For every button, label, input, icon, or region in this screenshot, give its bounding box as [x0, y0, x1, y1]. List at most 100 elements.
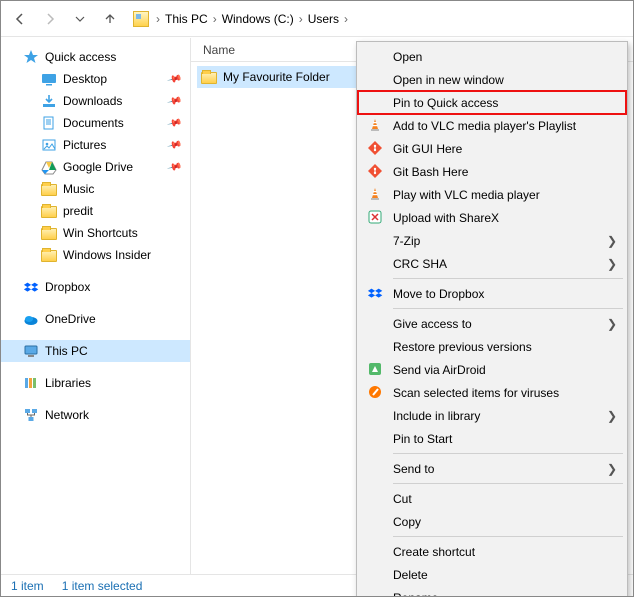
sidebar-item-label: OneDrive [45, 312, 96, 326]
chevron-right-icon: ❯ [607, 462, 617, 476]
context-menu-item-pin-to-start[interactable]: Pin to Start [359, 427, 625, 450]
status-item-count: 1 item [11, 579, 44, 593]
vlc-icon [367, 186, 383, 202]
navigation-pane: Quick access Desktop📌Downloads📌Documents… [1, 38, 191, 574]
onedrive-icon [23, 311, 39, 327]
sidebar-item-pictures[interactable]: Pictures 📌 [1, 134, 190, 156]
context-menu-item-label: Include in library [393, 409, 480, 423]
context-menu-item-label: Pin to Quick access [393, 96, 498, 110]
context-menu-item-scan-selected-items-for-viruses[interactable]: Scan selected items for viruses [359, 381, 625, 404]
sidebar-item-predit[interactable]: predit [1, 200, 190, 222]
address-bar[interactable]: › This PC › Windows (C:) › Users › [133, 10, 349, 28]
breadcrumb-segment[interactable]: Users [306, 10, 341, 28]
sidebar-item-dropbox[interactable]: Dropbox [1, 276, 190, 298]
sidebar-item-label: Documents [63, 116, 124, 130]
sidebar-item-network[interactable]: Network [1, 404, 190, 426]
context-menu-item-give-access-to[interactable]: Give access to ❯ [359, 312, 625, 335]
sharex-icon [367, 209, 383, 225]
recent-locations-button[interactable] [67, 6, 93, 32]
chevron-right-icon[interactable]: › [155, 12, 161, 26]
pin-icon: 📌 [166, 137, 182, 153]
context-menu-item-7-zip[interactable]: 7-Zip❯ [359, 229, 625, 252]
back-button[interactable] [7, 6, 33, 32]
context-menu-item-play-with-vlc-media-player[interactable]: Play with VLC media player [359, 183, 625, 206]
gdrive-icon [41, 159, 57, 175]
context-menu-item-send-via-airdroid[interactable]: Send via AirDroid [359, 358, 625, 381]
network-icon [23, 407, 39, 423]
folder-icon [41, 181, 57, 197]
context-menu-item-cut[interactable]: Cut [359, 487, 625, 510]
sidebar-item-google-drive[interactable]: Google Drive📌 [1, 156, 190, 178]
context-menu-item-rename[interactable]: Rename [359, 586, 625, 597]
pin-icon: 📌 [166, 115, 182, 131]
chevron-right-icon: ❯ [607, 317, 617, 331]
context-menu-item-label: Git GUI Here [393, 142, 462, 156]
sidebar-item-quick-access[interactable]: Quick access [1, 46, 190, 68]
context-menu-item-create-shortcut[interactable]: Create shortcut [359, 540, 625, 563]
sidebar-item-label: Pictures [63, 138, 106, 152]
context-menu-item-pin-to-quick-access[interactable]: Pin to Quick access [359, 91, 625, 114]
sidebar-item-music[interactable]: Music [1, 178, 190, 200]
sidebar-item-label: Libraries [45, 376, 91, 390]
sidebar-item-this-pc[interactable]: This PC [1, 340, 190, 362]
sidebar-item-libraries[interactable]: Libraries [1, 372, 190, 394]
context-menu-item-delete[interactable]: Delete [359, 563, 625, 586]
forward-button[interactable] [37, 6, 63, 32]
documents-icon [41, 115, 57, 131]
context-menu-item-open[interactable]: Open [359, 45, 625, 68]
context-menu-item-move-to-dropbox[interactable]: Move to Dropbox [359, 282, 625, 305]
context-menu-item-label: Play with VLC media player [393, 188, 540, 202]
context-menu: Open Open in new window Pin to Quick acces… [356, 41, 628, 597]
sidebar-item-label: predit [63, 204, 93, 218]
git-icon [367, 163, 383, 179]
context-menu-item-upload-with-sharex[interactable]: Upload with ShareX [359, 206, 625, 229]
location-icon [133, 11, 149, 27]
dropbox-icon [23, 279, 39, 295]
context-menu-item-label: 7-Zip [393, 234, 420, 248]
sidebar-item-label: Downloads [63, 94, 122, 108]
dropbox-icon [367, 285, 383, 301]
context-menu-item-label: Cut [393, 492, 412, 506]
breadcrumb-segment[interactable]: Windows (C:) [220, 10, 296, 28]
sidebar-item-onedrive[interactable]: OneDrive [1, 308, 190, 330]
star-icon [23, 49, 39, 65]
context-menu-item-label: CRC SHA [393, 257, 447, 271]
chevron-right-icon[interactable]: › [343, 12, 349, 26]
context-menu-item-crc-sha[interactable]: CRC SHA ❯ [359, 252, 625, 275]
downloads-icon [41, 93, 57, 109]
thispc-icon [23, 343, 39, 359]
context-menu-item-git-gui-here[interactable]: Git GUI Here [359, 137, 625, 160]
context-menu-item-label: Add to VLC media player's Playlist [393, 119, 576, 133]
context-menu-item-include-in-library[interactable]: Include in library❯ [359, 404, 625, 427]
breadcrumb-segment[interactable]: This PC [163, 10, 210, 28]
context-menu-item-restore-previous-versions[interactable]: Restore previous versions [359, 335, 625, 358]
sidebar-item-label: Network [45, 408, 89, 422]
sidebar-item-win-shortcuts[interactable]: Win Shortcuts [1, 222, 190, 244]
context-menu-item-label: Rename [393, 591, 438, 597]
sidebar-item-label: Google Drive [63, 160, 133, 174]
chevron-right-icon[interactable]: › [298, 12, 304, 26]
git-icon [367, 140, 383, 156]
context-menu-item-send-to[interactable]: Send to ❯ [359, 457, 625, 480]
context-menu-item-open-in-new-window[interactable]: Open in new window [359, 68, 625, 91]
chevron-right-icon: ❯ [607, 257, 617, 271]
libraries-icon [23, 375, 39, 391]
up-button[interactable] [97, 6, 123, 32]
context-menu-item-label: Open [393, 50, 422, 64]
context-menu-separator [393, 453, 623, 454]
context-menu-item-label: Send to [393, 462, 434, 476]
sidebar-item-desktop[interactable]: Desktop📌 [1, 68, 190, 90]
context-menu-item-label: Move to Dropbox [393, 287, 484, 301]
toolbar: › This PC › Windows (C:) › Users › [1, 1, 633, 37]
sidebar-item-downloads[interactable]: Downloads📌 [1, 90, 190, 112]
context-menu-item-add-to-vlc-media-player-s-playlist[interactable]: Add to VLC media player's Playlist [359, 114, 625, 137]
folder-icon [41, 247, 57, 263]
sidebar-item-windows-insider[interactable]: Windows Insider [1, 244, 190, 266]
context-menu-item-label: Give access to [393, 317, 472, 331]
airdroid-icon [367, 361, 383, 377]
file-item-label: My Favourite Folder [223, 70, 330, 84]
chevron-right-icon[interactable]: › [212, 12, 218, 26]
context-menu-item-git-bash-here[interactable]: Git Bash Here [359, 160, 625, 183]
context-menu-item-copy[interactable]: Copy [359, 510, 625, 533]
sidebar-item-documents[interactable]: Documents 📌 [1, 112, 190, 134]
